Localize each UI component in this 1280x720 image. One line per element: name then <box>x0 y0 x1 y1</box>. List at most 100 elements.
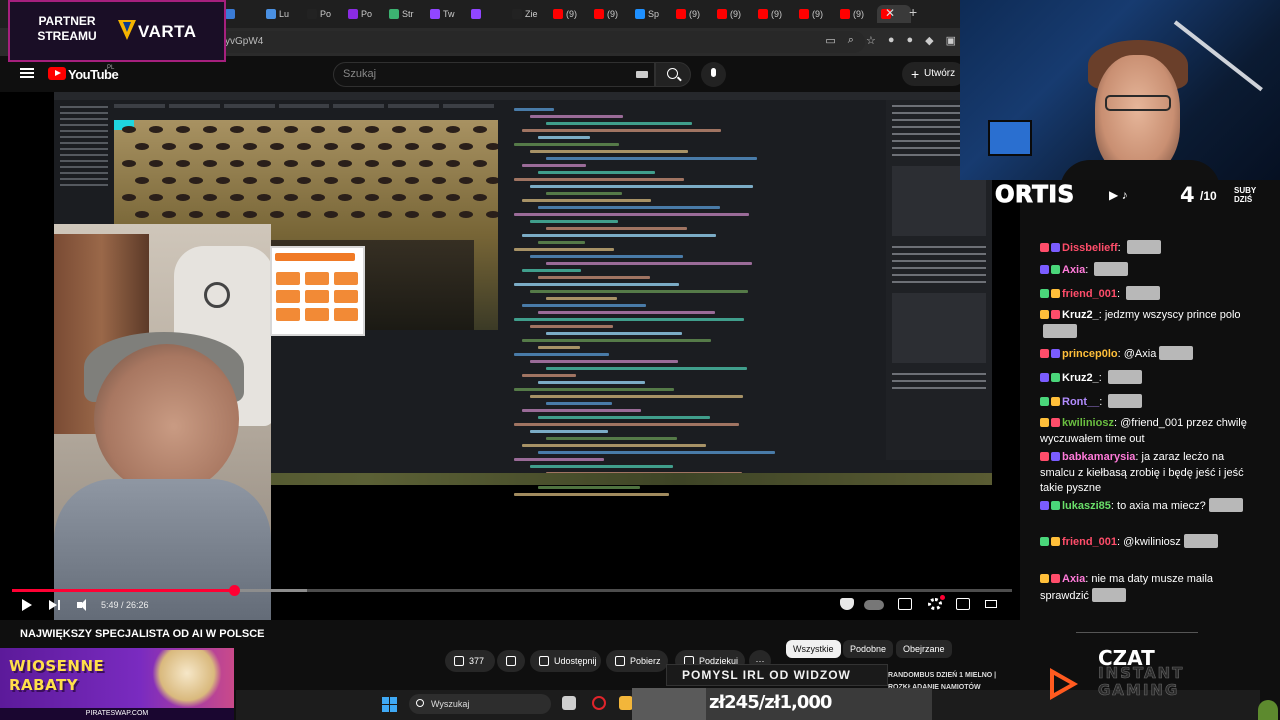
emote-image <box>1126 240 1161 254</box>
code-line <box>522 304 646 307</box>
chat-username[interactable]: babkamarysia <box>1062 451 1135 463</box>
code-line <box>514 143 619 146</box>
dislike-button[interactable] <box>497 650 525 672</box>
chat-message: lukaszi85: to axia ma miecz? <box>1040 498 1254 515</box>
tab-favicon-icon <box>758 9 768 19</box>
badge-icon <box>1040 349 1049 358</box>
code-line <box>538 346 580 349</box>
miniplayer-button[interactable] <box>956 598 970 610</box>
emote-image <box>1094 262 1129 276</box>
taskbar-search-input[interactable] <box>431 697 541 711</box>
chat-username[interactable]: Kruz2_ <box>1062 372 1099 384</box>
browser-tab[interactable]: Tw <box>426 5 466 23</box>
chat-username[interactable]: Axia <box>1062 573 1085 585</box>
theater-mode-button[interactable] <box>985 600 997 608</box>
emote-image <box>1091 588 1126 602</box>
chat-username[interactable]: kwiliniosz <box>1062 417 1114 429</box>
extension-icon[interactable]: ● <box>906 34 913 47</box>
address-bar-actions: ▭ ⌕ ☆ ● ● ◆ ▣ <box>825 34 956 47</box>
task-view-icon[interactable] <box>562 696 576 710</box>
autoplay-toggle[interactable] <box>864 600 884 610</box>
youtube-logo-icon[interactable] <box>48 67 66 80</box>
chat-message: friend_001: @kwiliniosz <box>1040 534 1254 551</box>
browser-tab[interactable]: Sp <box>631 5 671 23</box>
chat-username[interactable]: Kruz2_ <box>1062 309 1099 321</box>
ceiling-light <box>162 177 176 184</box>
browser-tab[interactable]: (9) <box>754 5 794 23</box>
browser-tab[interactable]: (9) <box>836 5 876 23</box>
subs-total: /10 <box>1200 189 1217 203</box>
windows-start-icon[interactable] <box>382 697 398 713</box>
cast-icon[interactable]: ▭ <box>825 34 835 47</box>
browser-tab[interactable]: Zie <box>508 5 548 23</box>
video-player[interactable] <box>0 92 1020 620</box>
next-video-button[interactable] <box>48 597 62 613</box>
volume-button[interactable] <box>76 597 92 613</box>
ceiling-light <box>486 143 498 150</box>
search-input[interactable] <box>343 65 623 83</box>
download-button[interactable]: Pobierz <box>606 650 668 672</box>
extension-icon[interactable]: ◆ <box>925 34 933 47</box>
chat-username[interactable]: princep0lo <box>1062 348 1118 360</box>
browser-tab[interactable]: (9) <box>672 5 712 23</box>
browser-tab[interactable]: Str <box>385 5 425 23</box>
search-button[interactable] <box>655 62 691 87</box>
extension-icon[interactable]: ● <box>888 34 895 47</box>
chat-username[interactable]: friend_001 <box>1062 536 1117 548</box>
extensions-puzzle-icon[interactable]: ▣ <box>946 34 956 47</box>
browser-tab[interactable]: (9) <box>590 5 630 23</box>
seek-bar[interactable] <box>12 585 1012 596</box>
chat-username[interactable]: friend_001 <box>1062 288 1117 300</box>
chat-username[interactable]: lukaszi85 <box>1062 500 1111 512</box>
zoom-icon[interactable]: ⌕ <box>848 34 854 47</box>
share-button[interactable]: Udostępnij <box>530 650 601 672</box>
badge-icon <box>1040 397 1049 406</box>
chip-watched[interactable]: Obejrzane <box>896 640 952 658</box>
subtitles-button[interactable] <box>898 598 912 610</box>
ceiling-light <box>324 211 338 218</box>
browser-tab[interactable]: (9) <box>795 5 835 23</box>
browser-tab[interactable]: Po <box>344 5 384 23</box>
tab-favicon-icon <box>348 9 358 19</box>
voice-search-mic-icon[interactable] <box>701 62 726 87</box>
subs-label: SUBY DZIŚ <box>1234 186 1257 204</box>
bookmark-star-icon[interactable]: ☆ <box>866 34 876 47</box>
seek-handle[interactable] <box>229 585 240 596</box>
browser-tab[interactable]: (9) <box>549 5 589 23</box>
browser-tab[interactable]: Lu <box>262 5 302 23</box>
new-tab-icon[interactable]: + <box>909 4 917 20</box>
badge-icon <box>1051 373 1060 382</box>
tab-favicon-icon <box>635 9 645 19</box>
opera-icon[interactable] <box>592 696 606 710</box>
chat-username[interactable]: Dissbelieff <box>1062 242 1118 254</box>
ceiling-light <box>392 160 406 167</box>
code-line <box>522 199 651 202</box>
create-button[interactable]: Utwórz <box>902 62 966 86</box>
browser-tab[interactable]: Po <box>303 5 343 23</box>
keyboard-icon[interactable] <box>636 71 648 78</box>
browser-tab[interactable] <box>221 5 261 23</box>
chat-username[interactable]: Axia <box>1062 264 1085 276</box>
chip-similar[interactable]: Podobne <box>843 640 894 658</box>
menu-hamburger-icon[interactable] <box>20 68 34 78</box>
guest-webcam <box>54 224 271 620</box>
like-button[interactable]: 377 <box>445 650 495 672</box>
code-line <box>546 227 687 230</box>
file-explorer-icon[interactable] <box>619 696 633 710</box>
ceiling-light <box>473 160 487 167</box>
chip-all[interactable]: Wszystkie <box>786 640 841 658</box>
url-field[interactable] <box>215 31 865 53</box>
badge-icon <box>1051 452 1060 461</box>
tab-favicon-icon <box>225 9 235 19</box>
code-line <box>522 164 586 167</box>
ceiling-light <box>459 143 473 150</box>
browser-tab[interactable] <box>467 5 507 23</box>
close-tab-icon[interactable]: ✕ <box>885 6 895 20</box>
browser-tab[interactable]: (9) <box>713 5 753 23</box>
ceiling-light <box>243 211 257 218</box>
chat-username[interactable]: Ront__ <box>1062 396 1099 408</box>
ceiling-light <box>216 177 230 184</box>
play-button[interactable] <box>20 597 32 613</box>
ceiling-light <box>473 194 487 201</box>
settings-gear-icon[interactable] <box>928 595 945 610</box>
